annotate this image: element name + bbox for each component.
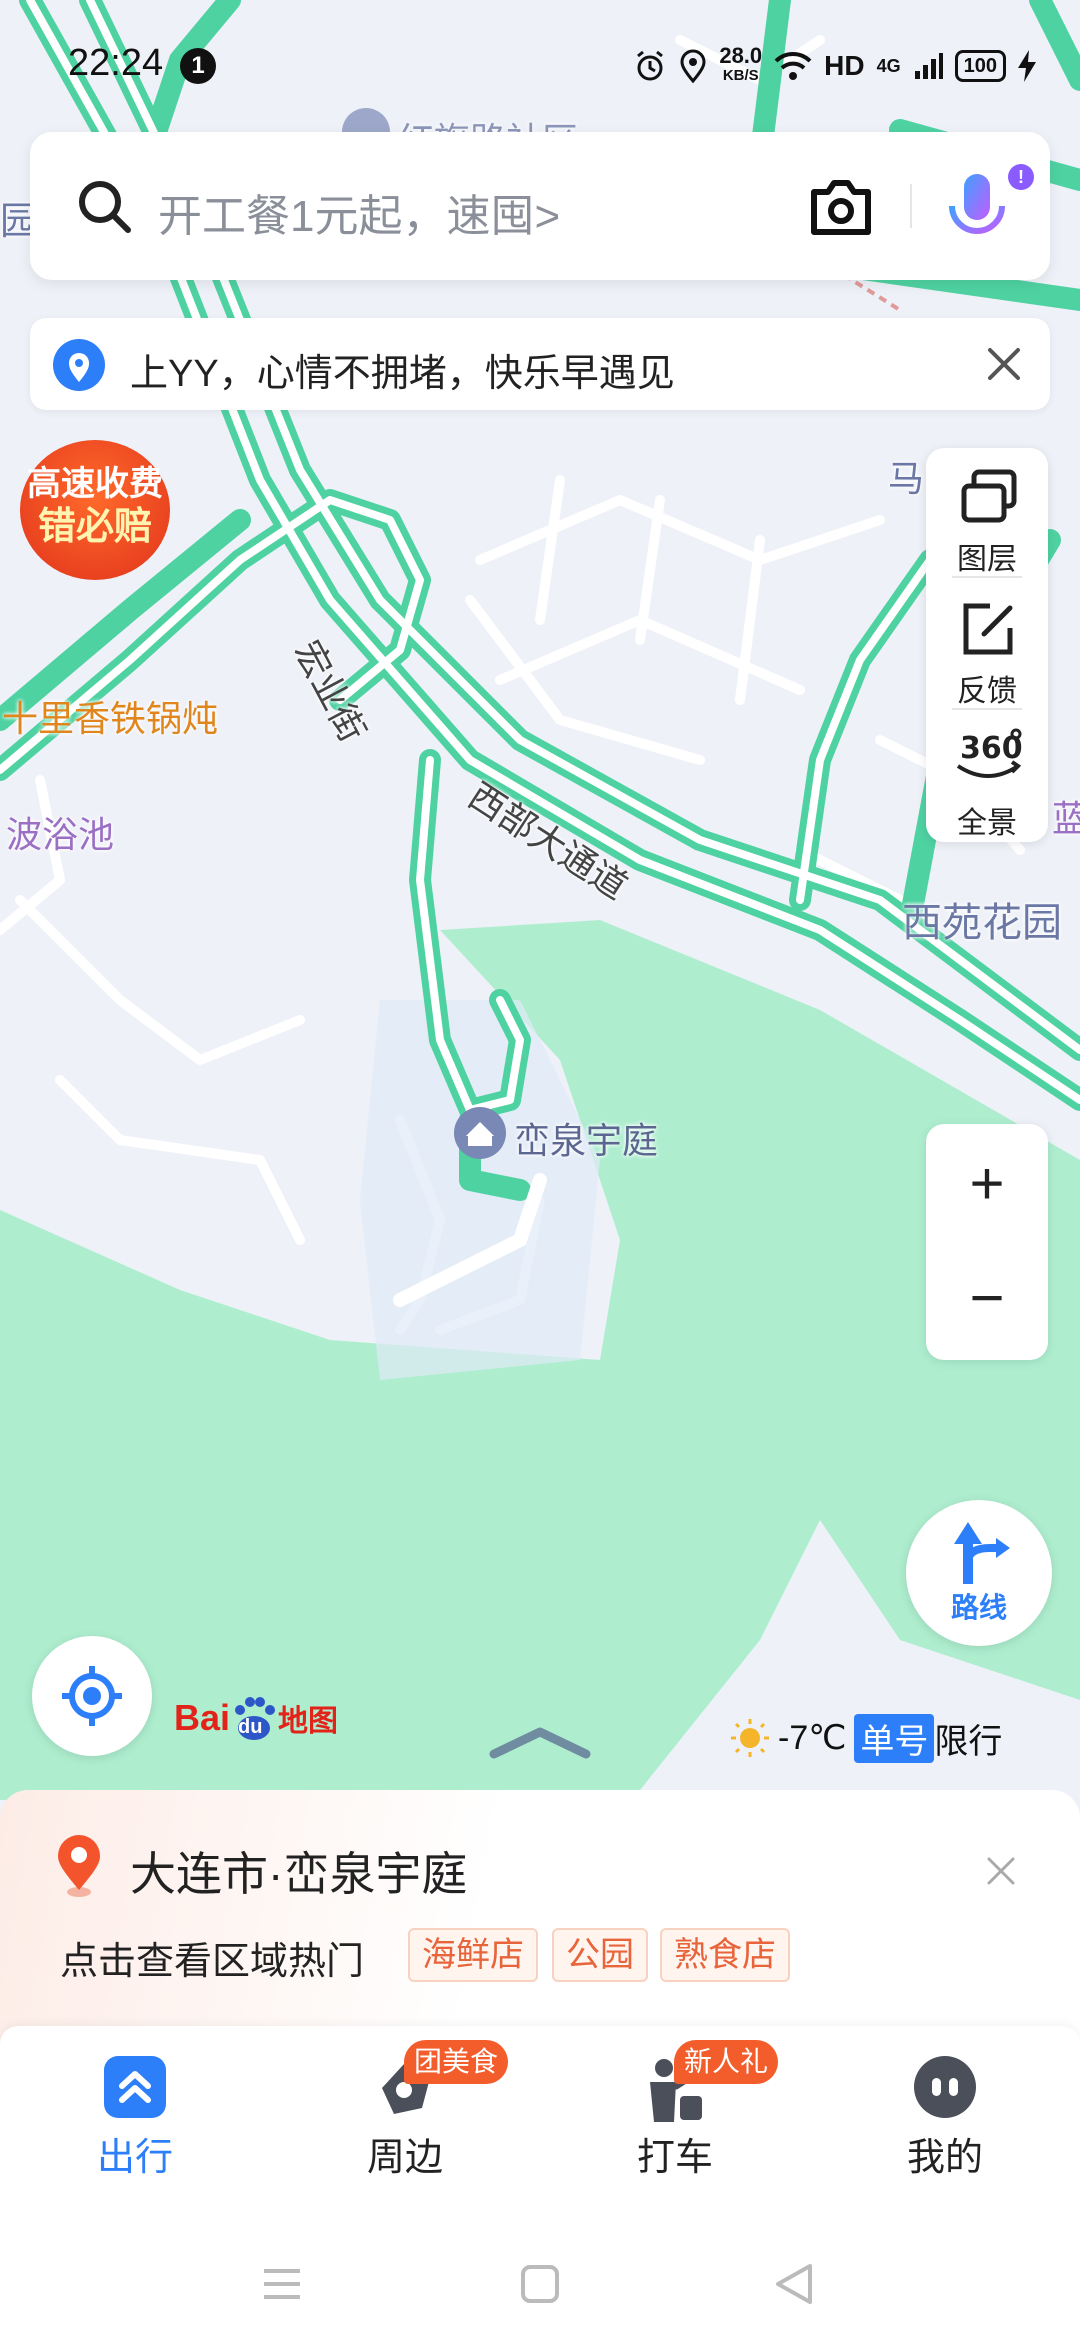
menu-icon[interactable] — [262, 2268, 302, 2300]
tag-seafood[interactable]: 海鲜店 — [408, 1928, 538, 1982]
feedback-label: 反馈 — [957, 675, 1017, 708]
weather-widget[interactable]: -7℃ 单号 限行 — [730, 1713, 1003, 1763]
divider — [910, 184, 912, 228]
net-speed: 28.0 KB/S — [719, 43, 763, 85]
location-pin-icon — [53, 339, 105, 391]
microphone-badge: ! — [1008, 164, 1034, 190]
tag-park[interactable]: 公园 — [552, 1928, 648, 1982]
promo-line1: 高速收费 — [27, 465, 163, 503]
panorama-360-icon: 360 — [956, 728, 1023, 778]
layers-label: 图层 — [957, 543, 1017, 576]
profile-icon — [914, 2056, 976, 2118]
edit-icon — [963, 603, 1013, 655]
logo-paw: du — [230, 1694, 278, 1742]
tab-badge-taxi: 新人礼 — [674, 2040, 779, 2084]
notification-count-badge: 1 — [180, 48, 216, 84]
map-label-poi-main[interactable]: 峦泉宇庭 — [514, 1112, 658, 1164]
location-name: 大连市·峦泉宇庭 — [130, 1848, 468, 1900]
tab-badge-nearby: 团美食 — [404, 2040, 509, 2084]
network-type: 4G — [876, 55, 901, 76]
logo-du: du — [238, 1716, 263, 1738]
search-bar[interactable]: 开工餐1元起，速囤> ! — [30, 132, 1050, 280]
status-bar: 22:24 1 28.0 KB/S HD 4G 100 — [0, 0, 1080, 130]
zoom-controls: + − — [926, 1124, 1048, 1360]
microphone-icon[interactable] — [944, 168, 1014, 252]
location-status-icon — [680, 49, 706, 83]
tab-label-nearby: 周边 — [366, 2137, 443, 2179]
promo-line2: 错必赔 — [37, 506, 152, 548]
panorama-label: 全景 — [957, 807, 1017, 840]
tab-travel[interactable]: 出行 — [0, 2026, 270, 2226]
feedback-button[interactable]: 反馈 — [926, 580, 1048, 710]
tab-label-travel: 出行 — [96, 2137, 173, 2179]
location-marker-icon — [58, 1835, 100, 1897]
search-icon — [79, 181, 131, 233]
tag-deli[interactable]: 熟食店 — [660, 1928, 790, 1982]
notice-text: 上YY，心情不拥堵，快乐早遇见 — [130, 353, 675, 395]
route-button[interactable]: 路线 — [906, 1500, 1052, 1646]
tab-taxi[interactable]: 新人礼 打车 — [540, 2026, 810, 2226]
home-icon[interactable] — [520, 2264, 560, 2304]
restriction-tag: 单号 — [854, 1713, 935, 1763]
map-label-poi-restaurant[interactable]: 十里香铁锅炖 — [2, 690, 218, 742]
locate-button[interactable] — [32, 1636, 152, 1756]
map-label-poi-xiyuan[interactable]: 西苑花园 — [902, 890, 1062, 948]
tab-nearby[interactable]: 团美食 周边 — [270, 2026, 540, 2226]
tab-label-mine: 我的 — [906, 2137, 983, 2179]
battery-indicator: 100 — [954, 50, 1006, 82]
logo-bai: Bai — [174, 1697, 231, 1738]
location-card[interactable]: 大连市·峦泉宇庭 点击查看区域热门 海鲜店 公园 熟食店 — [0, 1790, 1080, 2050]
poi-marker-icon — [454, 1107, 506, 1159]
zoom-out-button[interactable]: − — [926, 1248, 1048, 1348]
area-hot-hint[interactable]: 点击查看区域热门 — [60, 1930, 364, 1985]
close-icon[interactable] — [986, 1856, 1016, 1886]
layers-icon — [961, 469, 1017, 523]
baidu-map-logo: Bai du 地图 — [174, 1692, 338, 1744]
map-label-poi-bath[interactable]: 波浴池 — [6, 806, 114, 858]
status-time: 22:24 — [68, 42, 164, 84]
layers-button[interactable]: 图层 — [926, 448, 1048, 578]
restriction-text: 限行 — [934, 1722, 1003, 1761]
hd-indicator: HD — [824, 50, 865, 81]
alarm-icon — [637, 50, 664, 81]
camera-icon[interactable] — [808, 178, 874, 236]
map-label-poi-lan: 蓝 — [1052, 799, 1080, 840]
charging-icon — [1018, 50, 1036, 82]
temperature: -7℃ — [778, 1719, 847, 1757]
sun-icon — [731, 1719, 769, 1757]
system-nav-bar — [0, 2226, 1080, 2340]
crosshair-icon — [62, 1666, 122, 1726]
map-label-poi-ma: 马 — [888, 459, 925, 500]
tab-mine[interactable]: 我的 — [810, 2026, 1080, 2226]
bottom-tab-bar: 出行 团美食 周边 新人礼 打车 我的 — [0, 2026, 1080, 2226]
back-icon[interactable] — [774, 2262, 814, 2306]
route-arrow-icon — [954, 1522, 1010, 1584]
logo-map: 地图 — [278, 1705, 339, 1738]
side-tools-panel: 图层 反馈 360 全景 — [926, 448, 1048, 842]
search-placeholder[interactable]: 开工餐1元起，速囤> — [158, 180, 560, 244]
tab-label-taxi: 打车 — [636, 2137, 713, 2179]
zoom-in-button[interactable]: + — [926, 1134, 1048, 1234]
signal-icon — [914, 53, 943, 79]
close-icon[interactable] — [986, 346, 1022, 382]
notice-bar[interactable]: 上YY，心情不拥堵，快乐早遇见 — [30, 318, 1050, 410]
chevron-up-icon[interactable] — [488, 1726, 592, 1760]
route-label: 路线 — [950, 1592, 1007, 1623]
travel-icon — [104, 2056, 166, 2118]
promo-badge[interactable]: 高速收费 错必赔 — [20, 440, 170, 580]
panorama-button[interactable]: 360 全景 — [926, 712, 1048, 842]
wifi-icon — [774, 51, 812, 80]
